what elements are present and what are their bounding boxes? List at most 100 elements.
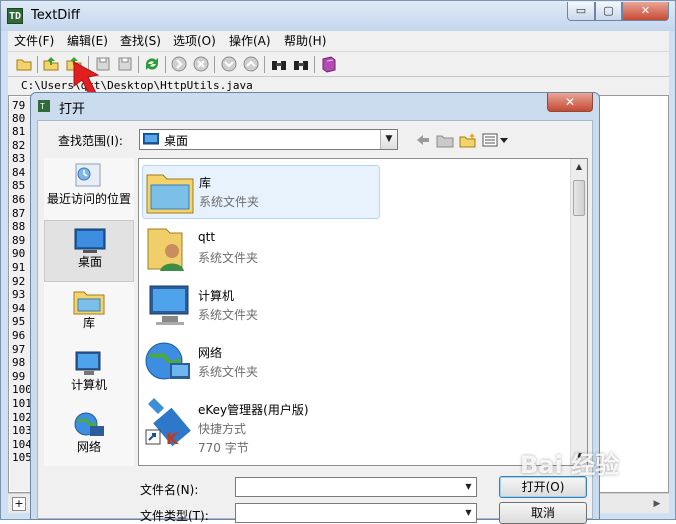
app-icon: TD xyxy=(7,8,23,24)
toolbar-separator xyxy=(264,56,265,73)
place-label: 最近访问的位置 xyxy=(46,192,131,206)
file-type: 快捷方式 xyxy=(198,422,247,436)
chevron-down-icon[interactable]: ▼ xyxy=(380,130,397,149)
find-next-icon[interactable] xyxy=(292,55,310,73)
toolbar-separator xyxy=(165,56,166,73)
place-library[interactable]: 库 xyxy=(44,282,134,344)
new-folder-icon[interactable] xyxy=(15,55,33,73)
place-label: 库 xyxy=(82,316,95,330)
file-name: 网络 xyxy=(198,346,223,360)
toolbar-separator xyxy=(138,56,139,73)
file-size: 770 字节 xyxy=(198,441,249,455)
file-type: 系统文件夹 xyxy=(198,308,259,322)
dialog-title: 打开 xyxy=(59,102,86,117)
down-diff-icon[interactable] xyxy=(220,55,238,73)
line-number: 89 xyxy=(12,234,26,247)
list-item[interactable]: 网络 系统文件夹 xyxy=(142,336,380,390)
dialog-app-icon: T xyxy=(38,100,50,112)
stop-icon[interactable] xyxy=(192,55,210,73)
watermark: Bai 经验 xyxy=(520,451,620,479)
place-computer[interactable]: 计算机 xyxy=(44,344,134,406)
new-folder-icon[interactable] xyxy=(459,132,477,148)
svg-text:T: T xyxy=(40,102,45,111)
menu-actions[interactable]: 操作(A) xyxy=(229,33,271,49)
menu-find[interactable]: 查找(S) xyxy=(120,33,161,49)
line-number: 80 xyxy=(12,112,26,125)
scroll-up-icon[interactable]: ▲ xyxy=(571,159,587,175)
menu-bar: 文件(F) 编辑(E) 查找(S) 选项(O) 操作(A) 帮助(H) xyxy=(8,31,669,51)
desktop-icon xyxy=(74,228,106,253)
network-icon xyxy=(145,342,190,380)
place-network[interactable]: 网络 xyxy=(44,406,134,468)
toolbar-separator xyxy=(314,56,315,73)
list-item[interactable]: 库 系统文件夹 xyxy=(142,165,380,219)
place-desktop[interactable]: 桌面 xyxy=(44,220,134,282)
filename-field[interactable]: ▼ xyxy=(235,477,477,497)
minimize-button[interactable]: ▭ xyxy=(567,2,595,21)
look-in-select[interactable]: 桌面 ▼ xyxy=(139,129,398,150)
line-number: 95 xyxy=(12,315,26,328)
save-right-icon[interactable] xyxy=(116,55,134,73)
view-menu-icon[interactable] xyxy=(482,132,510,148)
list-item[interactable]: qtt 系统文件夹 xyxy=(142,222,380,276)
filetype-select[interactable]: ▼ xyxy=(235,503,477,523)
line-number: 92 xyxy=(12,275,26,288)
places-bar: 最近访问的位置 桌面 库 计算机 网络 xyxy=(44,158,134,466)
maximize-button[interactable]: ▢ xyxy=(595,2,622,21)
up-folder-icon[interactable] xyxy=(436,132,454,148)
place-label: 网络 xyxy=(76,440,101,454)
app-title: TextDiff xyxy=(31,8,80,23)
line-number: 96 xyxy=(12,329,26,342)
file-type: 系统文件夹 xyxy=(199,195,260,209)
menu-edit[interactable]: 编辑(E) xyxy=(67,33,108,49)
computer-icon xyxy=(75,351,101,375)
toolbar-separator xyxy=(214,56,215,73)
file-type: 系统文件夹 xyxy=(198,365,259,379)
line-number: 84 xyxy=(12,166,26,179)
help-book-icon[interactable] xyxy=(320,55,338,73)
line-number: 87 xyxy=(12,207,26,220)
place-label: 桌面 xyxy=(77,255,102,269)
svg-text:K: K xyxy=(166,429,179,448)
line-gutter: 79 80 81 82 83 84 85 86 87 88 89 90 91 9… xyxy=(10,97,32,491)
vertical-scrollbar[interactable]: ▲ ▼ xyxy=(570,159,587,465)
list-item[interactable]: K eKey管理器(用户版) 快捷方式 770 字节 xyxy=(142,393,380,463)
line-number: 91 xyxy=(12,261,26,274)
line-number: 105 xyxy=(12,451,32,464)
refresh-icon[interactable] xyxy=(143,55,161,73)
line-number: 98 xyxy=(12,356,26,369)
back-icon[interactable] xyxy=(414,132,432,148)
chevron-down-icon[interactable]: ▼ xyxy=(461,478,476,496)
file-list: 库 系统文件夹 qtt 系统文件夹 计算机 系统文件夹 网络 系统文件夹 K e… xyxy=(138,158,588,466)
scroll-right-icon[interactable]: ▶ xyxy=(650,497,664,511)
binoculars-icon[interactable] xyxy=(270,55,288,73)
menu-options[interactable]: 选项(O) xyxy=(173,33,216,49)
file-type: 系统文件夹 xyxy=(198,251,259,265)
place-recent[interactable]: 最近访问的位置 xyxy=(44,158,134,220)
line-number: 103 xyxy=(12,424,32,437)
cancel-button[interactable]: 取消 xyxy=(499,502,587,524)
ekey-shortcut-icon: K xyxy=(145,398,191,448)
look-in-label: 查找范围(I): xyxy=(58,134,123,148)
menu-help[interactable]: 帮助(H) xyxy=(284,33,326,49)
dialog-close-button[interactable]: ✕ xyxy=(547,93,593,112)
scroll-thumb[interactable] xyxy=(573,180,585,216)
file-name: eKey管理器(用户版) xyxy=(198,403,309,417)
expand-button[interactable]: + xyxy=(12,497,26,511)
line-number: 90 xyxy=(12,247,26,260)
line-number: 88 xyxy=(12,220,26,233)
line-number: 97 xyxy=(12,343,26,356)
desktop-icon xyxy=(143,133,159,145)
close-button[interactable]: ✕ xyxy=(622,2,669,21)
recent-places-icon xyxy=(75,163,101,187)
line-number: 104 xyxy=(12,438,32,451)
library-icon xyxy=(73,291,105,315)
menu-file[interactable]: 文件(F) xyxy=(14,33,54,49)
up-diff-icon[interactable] xyxy=(242,55,260,73)
next-diff-icon[interactable] xyxy=(170,55,188,73)
list-item[interactable]: 计算机 系统文件夹 xyxy=(142,279,380,333)
file-name: qtt xyxy=(198,230,216,244)
chevron-down-icon[interactable]: ▼ xyxy=(461,504,476,522)
network-icon xyxy=(74,412,104,436)
open-left-icon[interactable] xyxy=(42,55,60,73)
